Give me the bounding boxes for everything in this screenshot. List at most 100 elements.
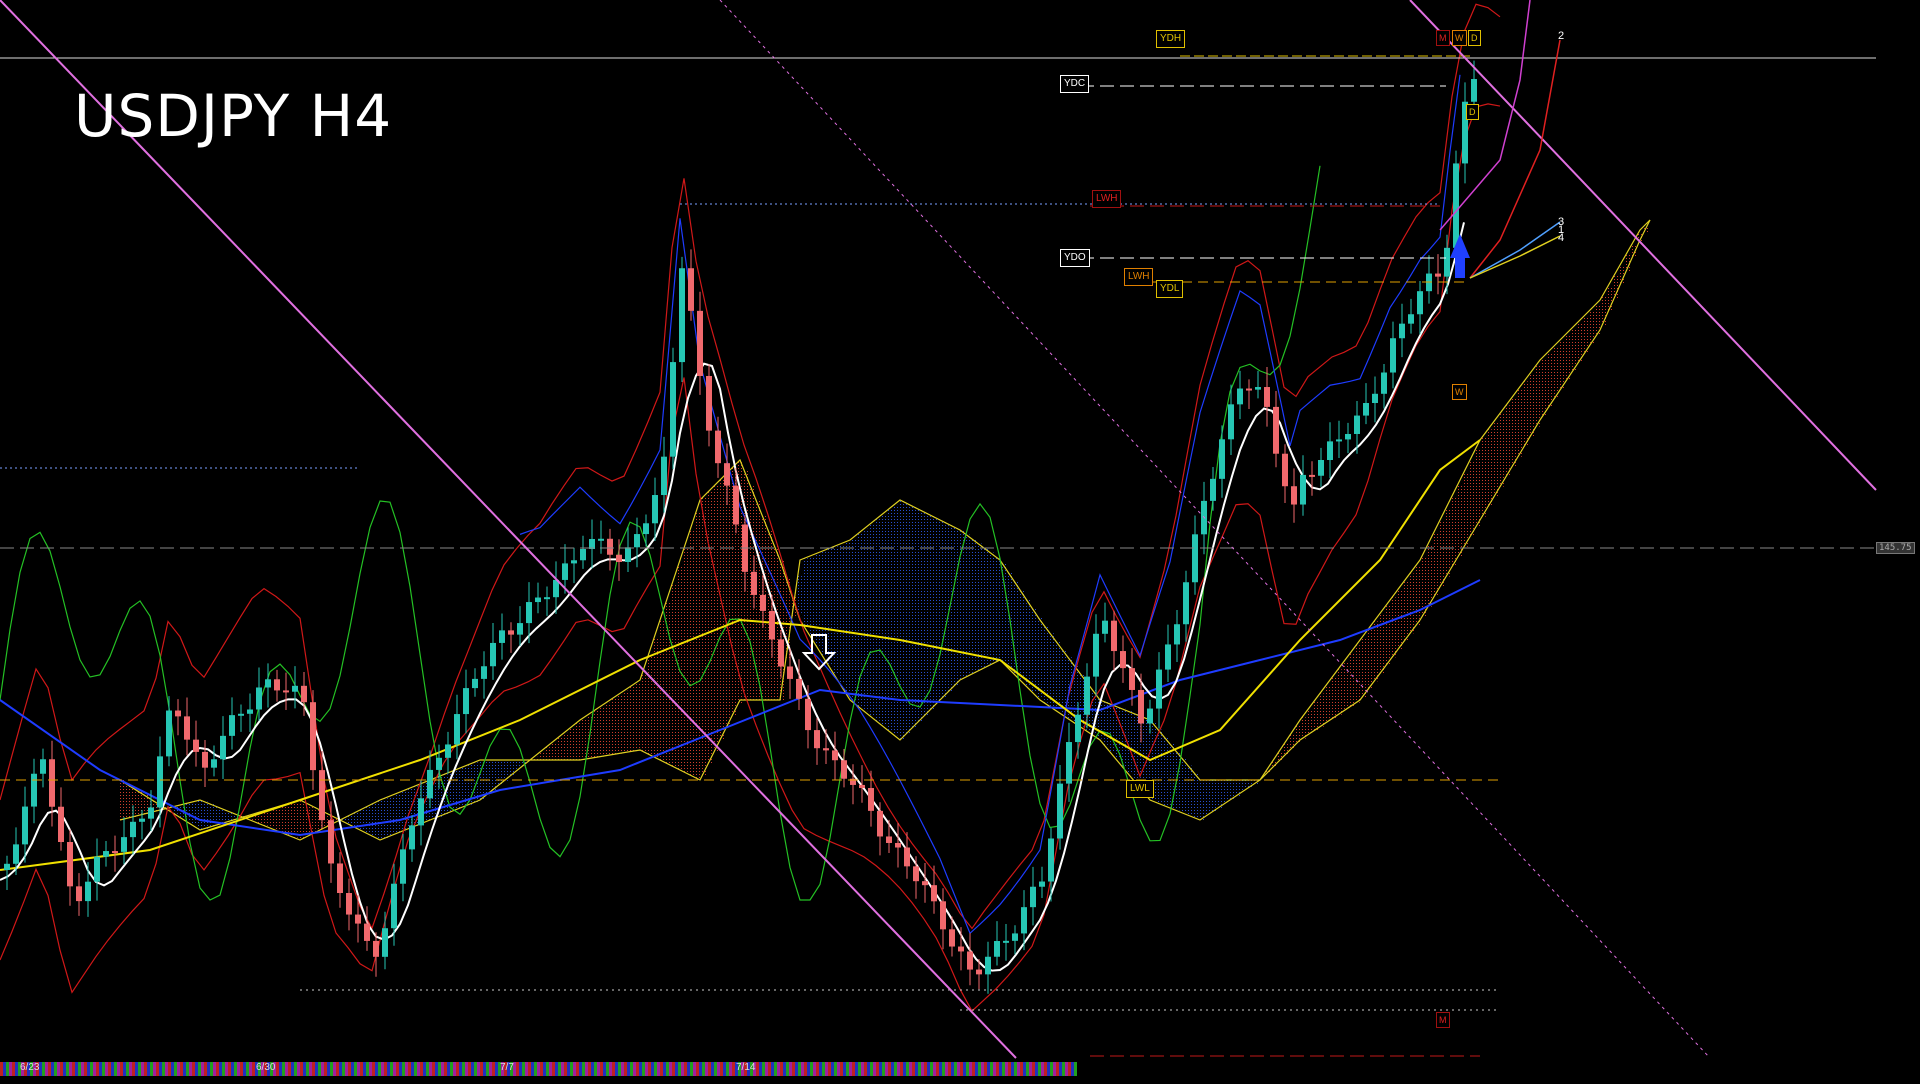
axis-strip-segment (78, 1062, 81, 1076)
level-label-w-2[interactable]: W (1452, 384, 1467, 400)
level-label-lwh[interactable]: LWH (1092, 190, 1122, 208)
axis-strip-segment (840, 1062, 843, 1076)
ichimoku-cloud-segment (924, 512, 930, 716)
candle-body (1300, 474, 1306, 505)
axis-strip-segment (804, 1062, 807, 1076)
ichimoku-cloud-segment (606, 702, 612, 756)
ichimoku-cloud-segment (1512, 397, 1518, 467)
candle-body (1282, 453, 1288, 487)
ichimoku-cloud-segment (1494, 421, 1500, 497)
candle-body (1435, 273, 1441, 277)
ichimoku-cloud-segment (1038, 617, 1044, 698)
axis-strip-segment (537, 1062, 540, 1076)
axis-strip-segment (159, 1062, 162, 1076)
ichimoku-cloud-segment (540, 752, 546, 760)
axis-strip-segment (1017, 1062, 1020, 1076)
axis-strip-segment (516, 1062, 519, 1076)
ichimoku-cloud-segment (1542, 358, 1548, 417)
axis-strip-segment (570, 1062, 573, 1076)
ichimoku-cloud-segment (840, 544, 846, 684)
axis-strip-segment (417, 1062, 420, 1076)
level-label-m-2[interactable]: M (1436, 1012, 1450, 1028)
axis-strip-segment (594, 1062, 597, 1076)
ichimoku-cloud-segment (1524, 381, 1530, 447)
ichimoku-cloud-segment (1452, 496, 1458, 567)
ichimoku-cloud-segment (276, 807, 282, 831)
ichimoku-cloud-segment (600, 706, 606, 757)
candle-body (1147, 708, 1153, 724)
axis-strip-segment (813, 1062, 816, 1076)
axis-strip-segment (81, 1062, 84, 1076)
candle-body (463, 688, 469, 715)
level-label-w[interactable]: W (1452, 30, 1467, 46)
candle-body (823, 748, 829, 751)
ichimoku-cloud-segment (810, 556, 816, 636)
level-label-ydl[interactable]: YDL (1156, 280, 1184, 298)
axis-strip-segment (213, 1062, 216, 1076)
ichimoku-cloud-segment (1020, 590, 1026, 680)
axis-strip-segment (1068, 1062, 1071, 1076)
axis-strip-segment (111, 1062, 114, 1076)
axis-strip-segment (165, 1062, 168, 1076)
axis-strip-segment (423, 1062, 426, 1076)
axis-strip-segment (546, 1062, 549, 1076)
candle-body (1111, 620, 1117, 652)
axis-strip-segment (522, 1062, 525, 1076)
ichimoku-cloud-segment (120, 780, 126, 820)
oscillator-line (0, 165, 1321, 901)
candle-body (679, 268, 685, 363)
ichimoku-cloud-segment (390, 796, 396, 836)
ichimoku-cloud-segment (576, 723, 582, 760)
candle-body (1444, 247, 1450, 277)
axis-strip-segment (69, 1062, 72, 1076)
axis-strip-segment (66, 1062, 69, 1076)
axis-strip-segment (90, 1062, 93, 1076)
level-label-m[interactable]: M (1436, 30, 1450, 46)
axis-strip-segment (333, 1062, 336, 1076)
candle-body (1381, 372, 1387, 394)
axis-strip-segment (783, 1062, 786, 1076)
axis-strip-segment (948, 1062, 951, 1076)
current-price-label: 145.75 (1876, 542, 1915, 554)
axis-strip-segment (795, 1062, 798, 1076)
candle-body (1318, 459, 1324, 476)
axis-strip-segment (183, 1062, 186, 1076)
level-label-lwh-2[interactable]: LWH (1124, 268, 1154, 286)
axis-strip-segment (534, 1062, 537, 1076)
candle-body (1165, 644, 1171, 670)
ichimoku-cloud-segment (1608, 286, 1614, 312)
ichimoku-cloud-segment (312, 806, 318, 834)
level-label-ydo[interactable]: YDO (1060, 249, 1090, 267)
axis-strip-segment (477, 1062, 480, 1076)
chart-canvas[interactable] (0, 0, 1920, 1080)
axis-strip-segment (705, 1062, 708, 1076)
axis-strip-segment (495, 1062, 498, 1076)
axis-strip-segment (198, 1062, 201, 1076)
level-label-ydc[interactable]: YDC (1060, 75, 1090, 93)
axis-strip-segment (822, 1062, 825, 1076)
candle-body (1120, 651, 1126, 669)
axis-strip-segment (438, 1062, 441, 1076)
axis-strip-segment (426, 1062, 429, 1076)
ichimoku-cloud-segment (1332, 677, 1338, 719)
level-label-ydh[interactable]: YDH (1156, 30, 1186, 48)
axis-strip-segment (981, 1062, 984, 1076)
level-label-d[interactable]: D (1468, 30, 1481, 46)
candle-body (418, 798, 424, 826)
candle-body (310, 702, 316, 771)
axis-strip-segment (654, 1062, 657, 1076)
axis-strip-segment (420, 1062, 423, 1076)
axis-strip-segment (843, 1062, 846, 1076)
level-label-d-2[interactable]: D (1466, 104, 1479, 120)
ichimoku-cloud-segment (570, 728, 576, 760)
candle-body (301, 685, 307, 703)
candle-body (256, 687, 262, 710)
chart-area[interactable]: USDJPY H4 145.75 YDH YDC LWH YDO LWH YDL… (0, 0, 1920, 1080)
axis-strip-segment (462, 1062, 465, 1076)
level-label-lwl[interactable]: LWL (1126, 780, 1154, 798)
axis-strip-segment (291, 1062, 294, 1076)
axis-strip-segment (168, 1062, 171, 1076)
axis-strip-segment (117, 1062, 120, 1076)
axis-strip-segment (972, 1062, 975, 1076)
candle-body (616, 554, 622, 563)
